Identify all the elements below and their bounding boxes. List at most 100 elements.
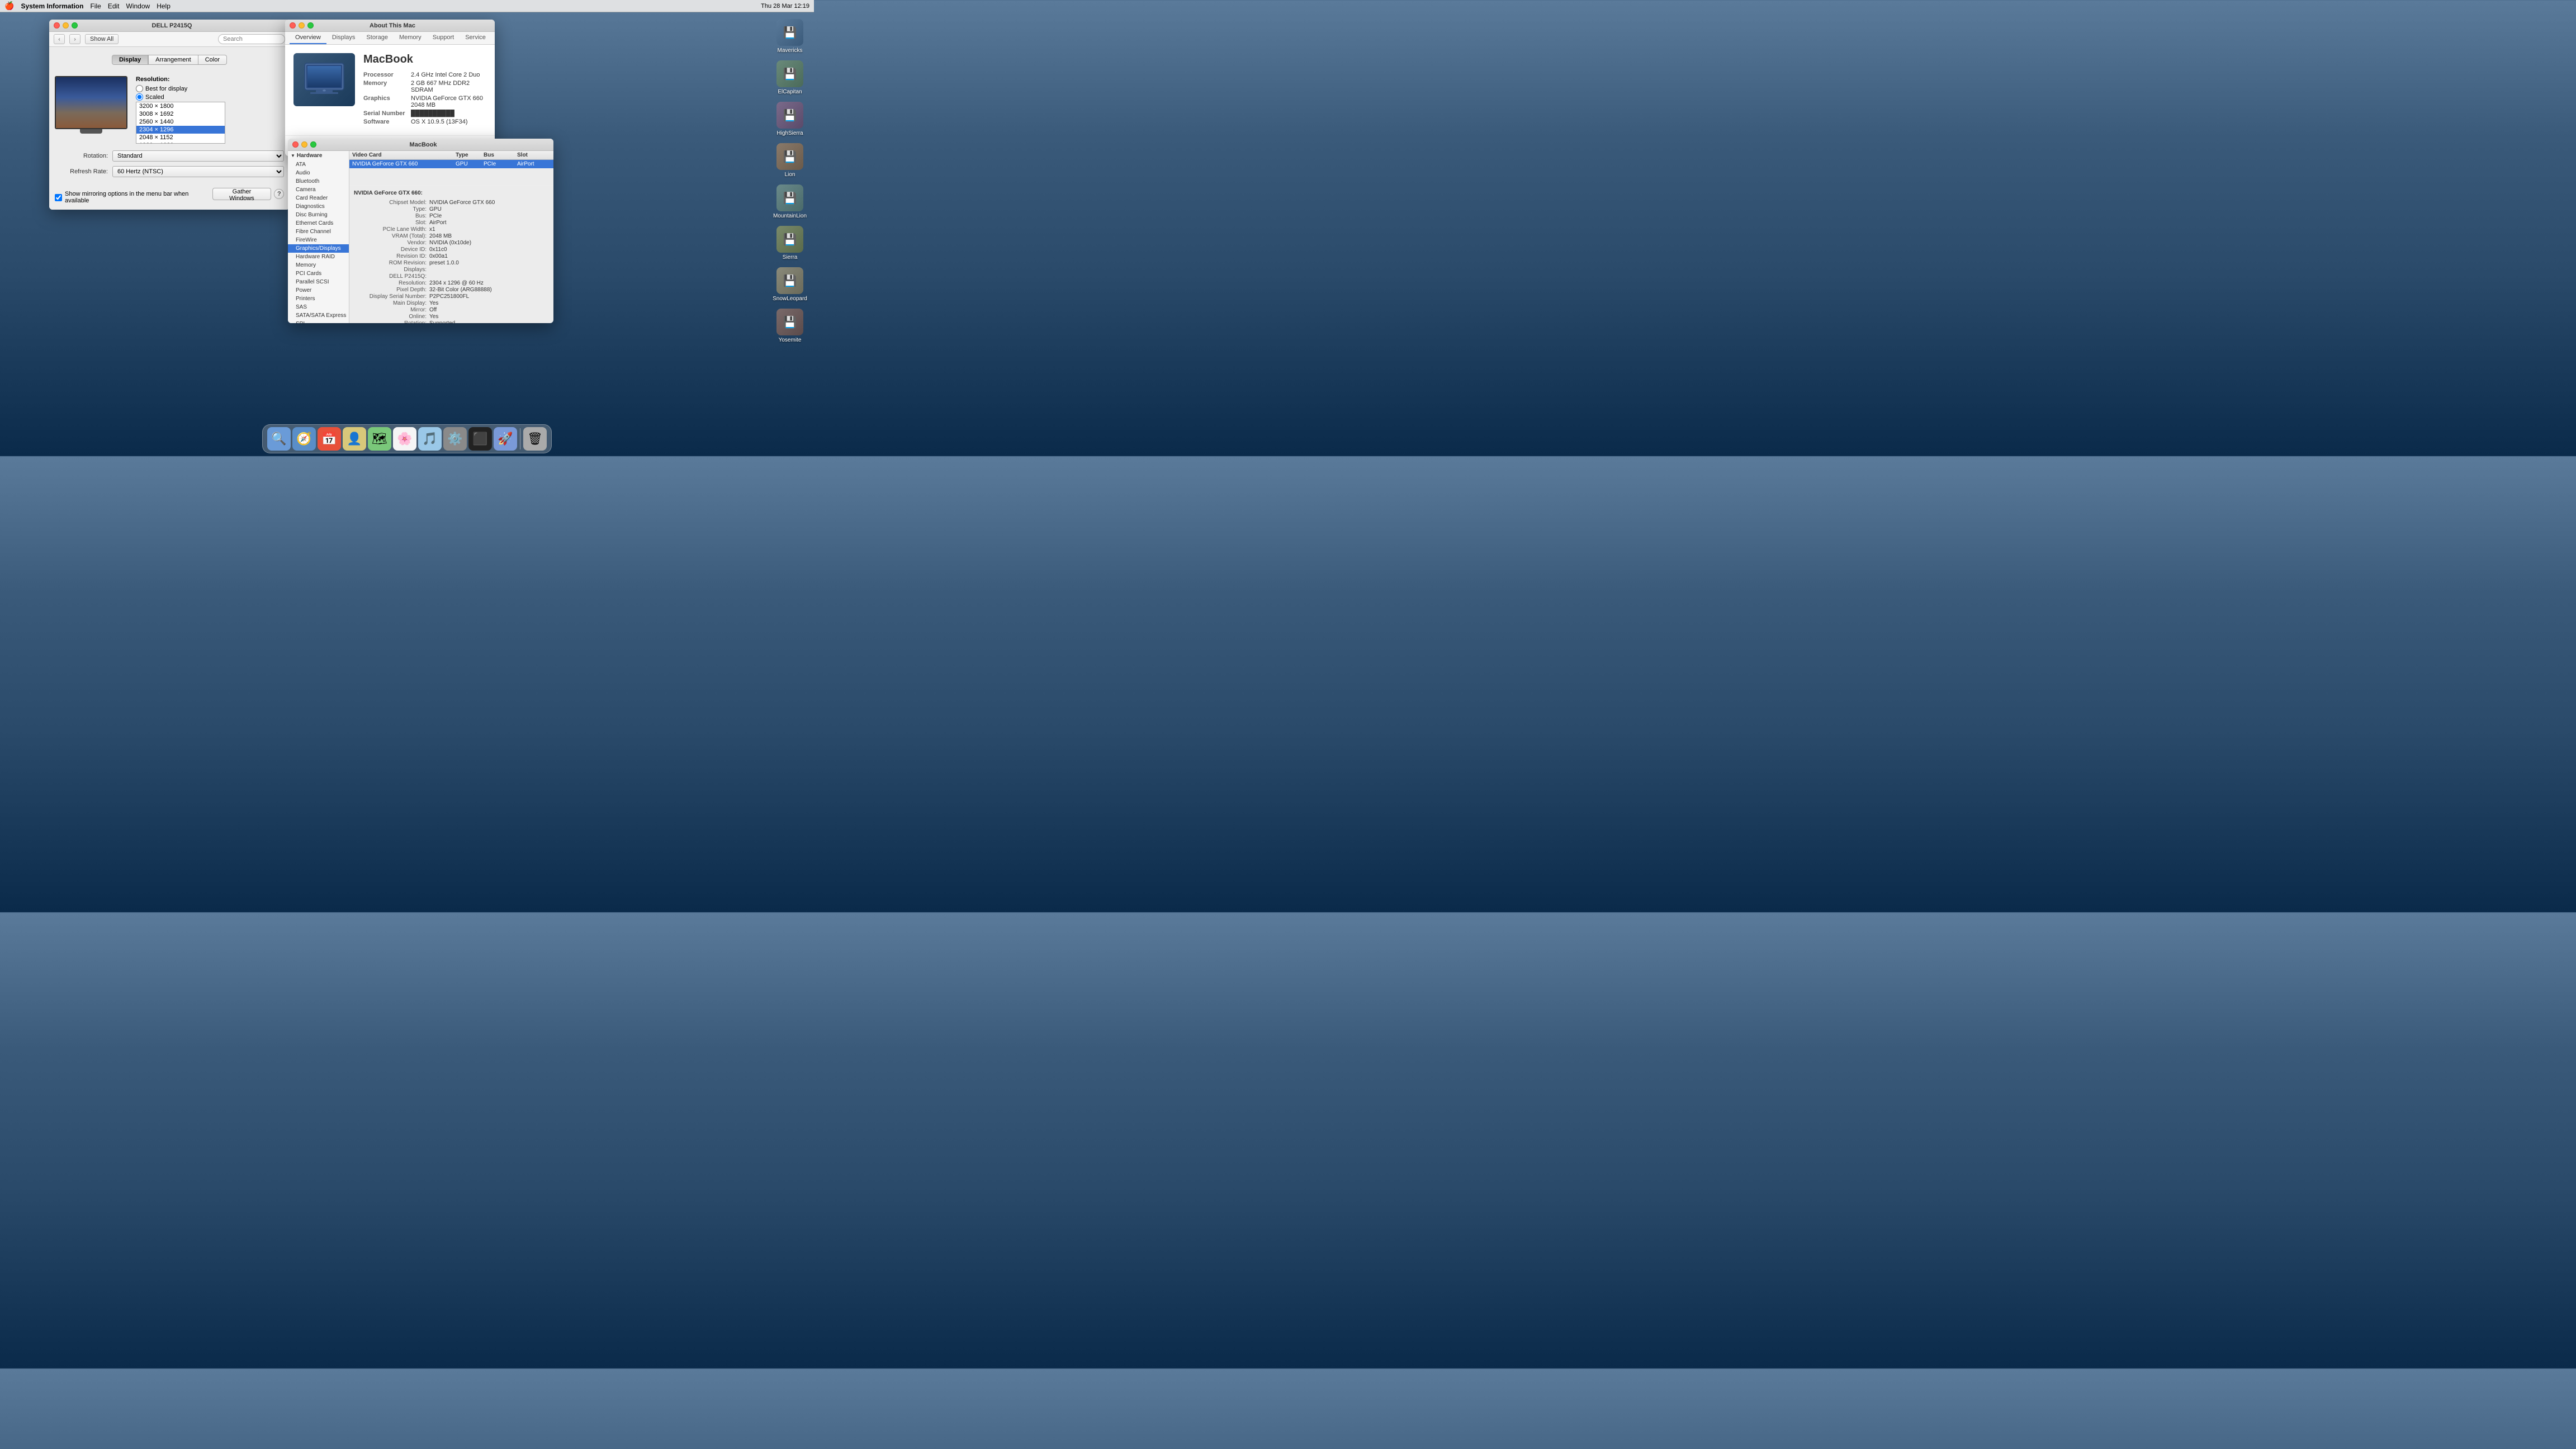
detail-val-2: PCIe (429, 213, 549, 219)
sidebar-item-bluetooth[interactable]: Bluetooth (288, 177, 349, 186)
dell-close-button[interactable] (54, 22, 60, 29)
sysinfo-minimize-button[interactable] (301, 141, 307, 148)
detail-val-15: Yes (429, 300, 549, 306)
sidebar-item-disc-burning[interactable]: Disc Burning (288, 211, 349, 219)
sidebar-item-camera[interactable]: Camera (288, 186, 349, 194)
sysinfo-body: ▼ Hardware ATA Audio Bluetooth Camera Ca… (288, 151, 553, 323)
sidebar-item-printers[interactable]: Printers (288, 295, 349, 303)
sysinfo-titlebar: MacBook (288, 139, 553, 151)
dell-toolbar: ‹ › Show All (49, 32, 290, 47)
res-item-1[interactable]: 3008 × 1692 (136, 110, 225, 118)
tab-display[interactable]: Display (112, 55, 148, 65)
dock-contacts[interactable]: 👤 (343, 427, 366, 451)
desktop-icon-highsierra[interactable]: 💾 HighSierra (770, 100, 809, 139)
rotation-label: Rotation: (55, 153, 108, 159)
sysinfo-close-button[interactable] (292, 141, 299, 148)
dock-calendar[interactable]: 📅 (318, 427, 341, 451)
tab-color[interactable]: Color (198, 55, 227, 65)
about-close-button[interactable] (290, 22, 296, 29)
dock-terminal[interactable]: ⬛ (468, 427, 492, 451)
edit-menu[interactable]: Edit (108, 2, 120, 10)
apple-menu[interactable]: 🍎 (4, 1, 14, 11)
best-for-display-radio[interactable] (136, 85, 143, 92)
tab-storage[interactable]: Storage (361, 32, 394, 44)
desktop-icon-elcapitan[interactable]: 💾 ElCapitan (770, 58, 809, 97)
sidebar-item-ata[interactable]: ATA (288, 160, 349, 169)
back-button[interactable]: ‹ (54, 34, 65, 44)
sidebar-item-spi[interactable]: SPI (288, 320, 349, 323)
desktop-icon-lion[interactable]: 💾 Lion (770, 141, 809, 180)
resolution-list[interactable]: 3200 × 1800 3008 × 1692 2560 × 1440 2304… (136, 102, 225, 144)
mirror-checkbox-row: Show mirroring options in the menu bar w… (55, 191, 212, 204)
about-minimize-button[interactable] (299, 22, 305, 29)
dock-preferences[interactable]: ⚙️ (443, 427, 467, 451)
dell-maximize-button[interactable] (72, 22, 78, 29)
help-button[interactable]: ? (274, 189, 284, 199)
table-row[interactable]: NVIDIA GeForce GTX 660 GPU PCIe AirPort (349, 160, 553, 169)
file-menu[interactable]: File (90, 2, 101, 10)
sidebar-item-pci-cards[interactable]: PCI Cards (288, 269, 349, 278)
rotation-select[interactable]: Standard (112, 150, 284, 162)
hardware-section-header[interactable]: ▼ Hardware (288, 151, 349, 160)
sidebar-item-diagnostics[interactable]: Diagnostics (288, 202, 349, 211)
dock-itunes[interactable]: 🎵 (418, 427, 442, 451)
window-menu[interactable]: Window (126, 2, 150, 10)
desktop-icon-label: Lion (785, 172, 795, 178)
sidebar-item-sas[interactable]: SAS (288, 303, 349, 311)
search-input[interactable] (218, 34, 285, 44)
res-item-3[interactable]: 2304 × 1296 (136, 126, 225, 134)
sidebar-item-firewire[interactable]: FireWire (288, 236, 349, 244)
sidebar-item-power[interactable]: Power (288, 286, 349, 295)
sidebar-item-ethernet-cards[interactable]: Ethernet Cards (288, 219, 349, 228)
res-item-4[interactable]: 2048 × 1152 (136, 134, 225, 141)
desktop-icon-snowleopard[interactable]: 💾 SnowLeopard (770, 265, 809, 304)
res-item-2[interactable]: 2560 × 1440 (136, 118, 225, 126)
sidebar-item-memory[interactable]: Memory (288, 261, 349, 269)
tab-support[interactable]: Support (427, 32, 460, 44)
desktop-icon-sierra[interactable]: 💾 Sierra (770, 224, 809, 263)
sidebar-item-audio[interactable]: Audio (288, 169, 349, 177)
sidebar-item-card-reader[interactable]: Card Reader (288, 194, 349, 202)
gather-windows-button[interactable]: Gather Windows (212, 188, 272, 200)
sidebar-item-fibre-channel[interactable]: Fibre Channel (288, 228, 349, 236)
tab-arrangement[interactable]: Arrangement (148, 55, 198, 65)
scaled-radio[interactable] (136, 93, 143, 101)
desktop-icon-yosemite[interactable]: 💾 Yosemite (770, 306, 809, 345)
dock-trash[interactable]: 🗑 (523, 427, 547, 451)
desktop-icon-mavericks[interactable]: 💾 Mavericks (770, 17, 809, 56)
forward-button[interactable]: › (69, 34, 80, 44)
show-all-button[interactable]: Show All (85, 34, 119, 44)
detail-key-7: Device ID: (354, 247, 427, 253)
dock-maps[interactable]: 🗺 (368, 427, 391, 451)
dock-finder[interactable]: 🔍 (267, 427, 291, 451)
dock-launchpad[interactable]: 🚀 (494, 427, 517, 451)
col-header-bus: Bus (484, 152, 517, 158)
detail-key-12: Resolution: (354, 280, 427, 286)
sidebar-item-graphics-displays[interactable]: Graphics/Displays (288, 244, 349, 253)
sysinfo-maximize-button[interactable] (310, 141, 316, 148)
tab-displays[interactable]: Displays (326, 32, 361, 44)
desktop-icon-mountainlion[interactable]: 💾 MountainLion (770, 182, 809, 221)
about-maximize-button[interactable] (307, 22, 314, 29)
display-tabs: Display Arrangement Color (112, 55, 227, 65)
tab-overview[interactable]: Overview (290, 32, 326, 44)
refresh-select[interactable]: 60 Hertz (NTSC) (112, 166, 284, 177)
sidebar-item-sata[interactable]: SATA/SATA Express (288, 311, 349, 320)
dell-content: Resolution: Best for display Scaled 3200… (49, 70, 290, 210)
dell-minimize-button[interactable] (63, 22, 69, 29)
tab-memory[interactable]: Memory (394, 32, 427, 44)
dock-photos[interactable]: 🌸 (393, 427, 416, 451)
refresh-label: Refresh Rate: (55, 168, 108, 175)
desktop-icon-label: Yosemite (779, 337, 802, 343)
help-menu[interactable]: Help (157, 2, 171, 10)
mirror-checkbox[interactable] (55, 194, 62, 201)
resolution-group: Resolution: Best for display Scaled 3200… (136, 76, 284, 144)
sidebar-item-parallel-scsi[interactable]: Parallel SCSI (288, 278, 349, 286)
res-item-0[interactable]: 3200 × 1800 (136, 102, 225, 110)
app-name-menu[interactable]: System Information (21, 2, 83, 10)
dock-safari[interactable]: 🧭 (292, 427, 316, 451)
tab-service[interactable]: Service (460, 32, 491, 44)
sidebar-item-hardware-raid[interactable]: Hardware RAID (288, 253, 349, 261)
desktop-icon-label: ElCapitan (778, 89, 802, 95)
res-item-5[interactable]: 1920 × 1080 (136, 141, 225, 144)
